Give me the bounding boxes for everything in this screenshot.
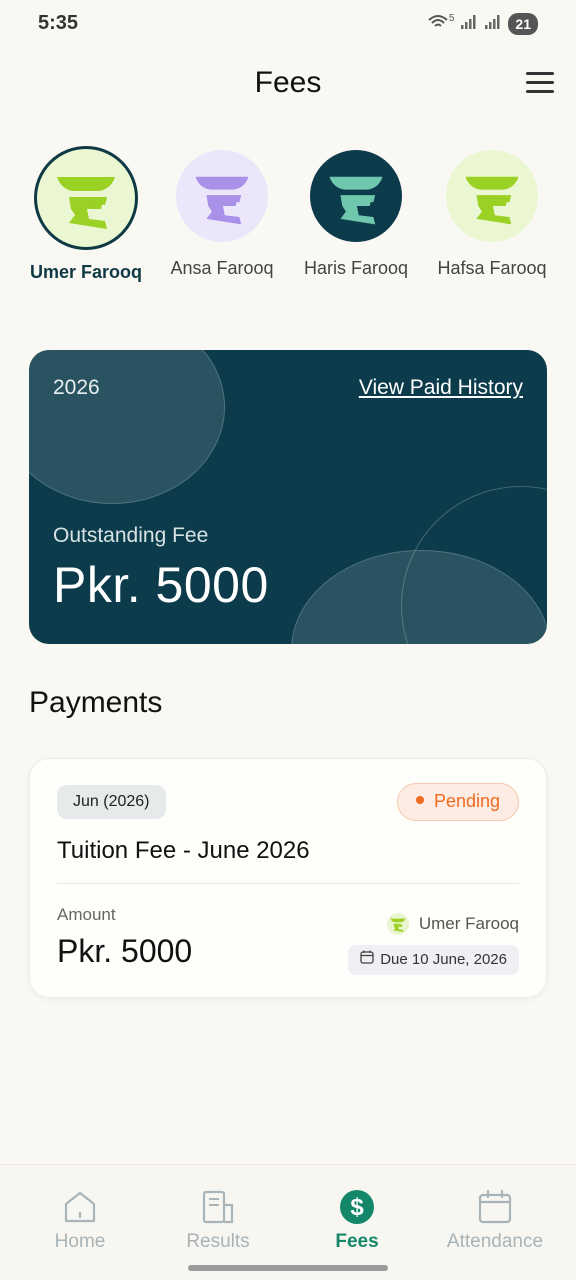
menu-button[interactable]: [526, 72, 554, 98]
student-umer[interactable]: Umer Farooq: [16, 146, 156, 283]
home-icon: [62, 1189, 98, 1225]
svg-text:$: $: [350, 1194, 364, 1221]
amount-label: Amount: [57, 905, 116, 924]
nav-label: Attendance: [446, 1231, 544, 1252]
school-logo-icon: [390, 918, 406, 932]
student-avatar: [176, 150, 268, 242]
nav-results[interactable]: Results: [148, 1189, 288, 1253]
nav-attendance[interactable]: Attendance: [425, 1189, 565, 1253]
student-avatar: [386, 913, 409, 935]
outstanding-fee-amount: Pkr. 5000: [53, 557, 269, 613]
school-logo-icon: [57, 177, 115, 229]
payments-heading: Payments: [29, 686, 163, 719]
wifi-icon: [427, 14, 449, 35]
menu-icon: [526, 72, 554, 75]
status-bar: 5:35 5 21: [0, 0, 576, 48]
student-avatar: [34, 146, 138, 250]
nav-label: Home: [54, 1231, 106, 1252]
status-badge: Pending: [396, 783, 519, 821]
student-name: Haris Farooq: [303, 258, 409, 278]
student-avatar: [310, 150, 402, 242]
calendar-icon: [477, 1189, 513, 1225]
status-dot: [415, 796, 424, 805]
nav-fees[interactable]: $ Fees: [287, 1189, 427, 1253]
divider: [57, 883, 519, 884]
amount-value: Pkr. 5000: [57, 933, 193, 969]
bottom-navigation: Home Results $ Fees Attendance: [0, 1164, 576, 1280]
decorative-circle: [401, 486, 547, 644]
dollar-icon: $: [339, 1189, 375, 1225]
payment-student: Umer Farooq: [386, 913, 519, 935]
results-icon: [200, 1189, 236, 1225]
due-date-badge: Due 10 June, 2026: [348, 945, 519, 975]
student-haris[interactable]: Haris Farooq: [286, 146, 426, 279]
signal-icon: [460, 14, 478, 35]
student-name: Ansa Farooq: [170, 258, 274, 278]
nav-home[interactable]: Home: [10, 1189, 150, 1253]
outstanding-fee-card: 2026 View Paid History Outstanding Fee P…: [29, 350, 547, 644]
wifi-label: 5: [448, 12, 455, 24]
payment-title: Tuition Fee - June 2026: [57, 837, 310, 864]
fee-year: 2026: [53, 376, 100, 399]
payment-card[interactable]: Jun (2026) Pending Tuition Fee - June 20…: [29, 758, 547, 998]
outstanding-fee-label: Outstanding Fee: [53, 524, 209, 547]
student-name: Umer Farooq: [29, 262, 143, 282]
school-logo-icon: [195, 176, 249, 225]
status-icons: 5 21: [427, 13, 538, 35]
nav-label: Fees: [335, 1231, 379, 1252]
school-logo-icon: [329, 176, 383, 225]
home-indicator[interactable]: [188, 1265, 388, 1271]
school-logo-icon: [465, 176, 519, 225]
student-selector: Umer Farooq Ansa Farooq Haris Farooq Haf…: [0, 146, 576, 286]
payment-month-badge: Jun (2026): [57, 785, 166, 819]
student-ansa[interactable]: Ansa Farooq: [152, 146, 292, 279]
signal-icon-2: [484, 14, 502, 35]
student-name: Hafsa Farooq: [437, 258, 547, 278]
status-time: 5:35: [38, 12, 79, 34]
view-paid-history-link[interactable]: View Paid History: [359, 376, 523, 400]
nav-label: Results: [186, 1231, 250, 1252]
decorative-circle: [29, 350, 225, 504]
battery-indicator: 21: [508, 13, 538, 35]
due-date-text: Due 10 June, 2026: [380, 951, 507, 968]
student-avatar: [446, 150, 538, 242]
payment-student-name: Umer Farooq: [418, 914, 519, 933]
student-hafsa[interactable]: Hafsa Farooq: [422, 146, 562, 279]
status-text: Pending: [433, 791, 500, 811]
page-title: Fees: [254, 66, 322, 99]
calendar-icon: [360, 945, 374, 975]
